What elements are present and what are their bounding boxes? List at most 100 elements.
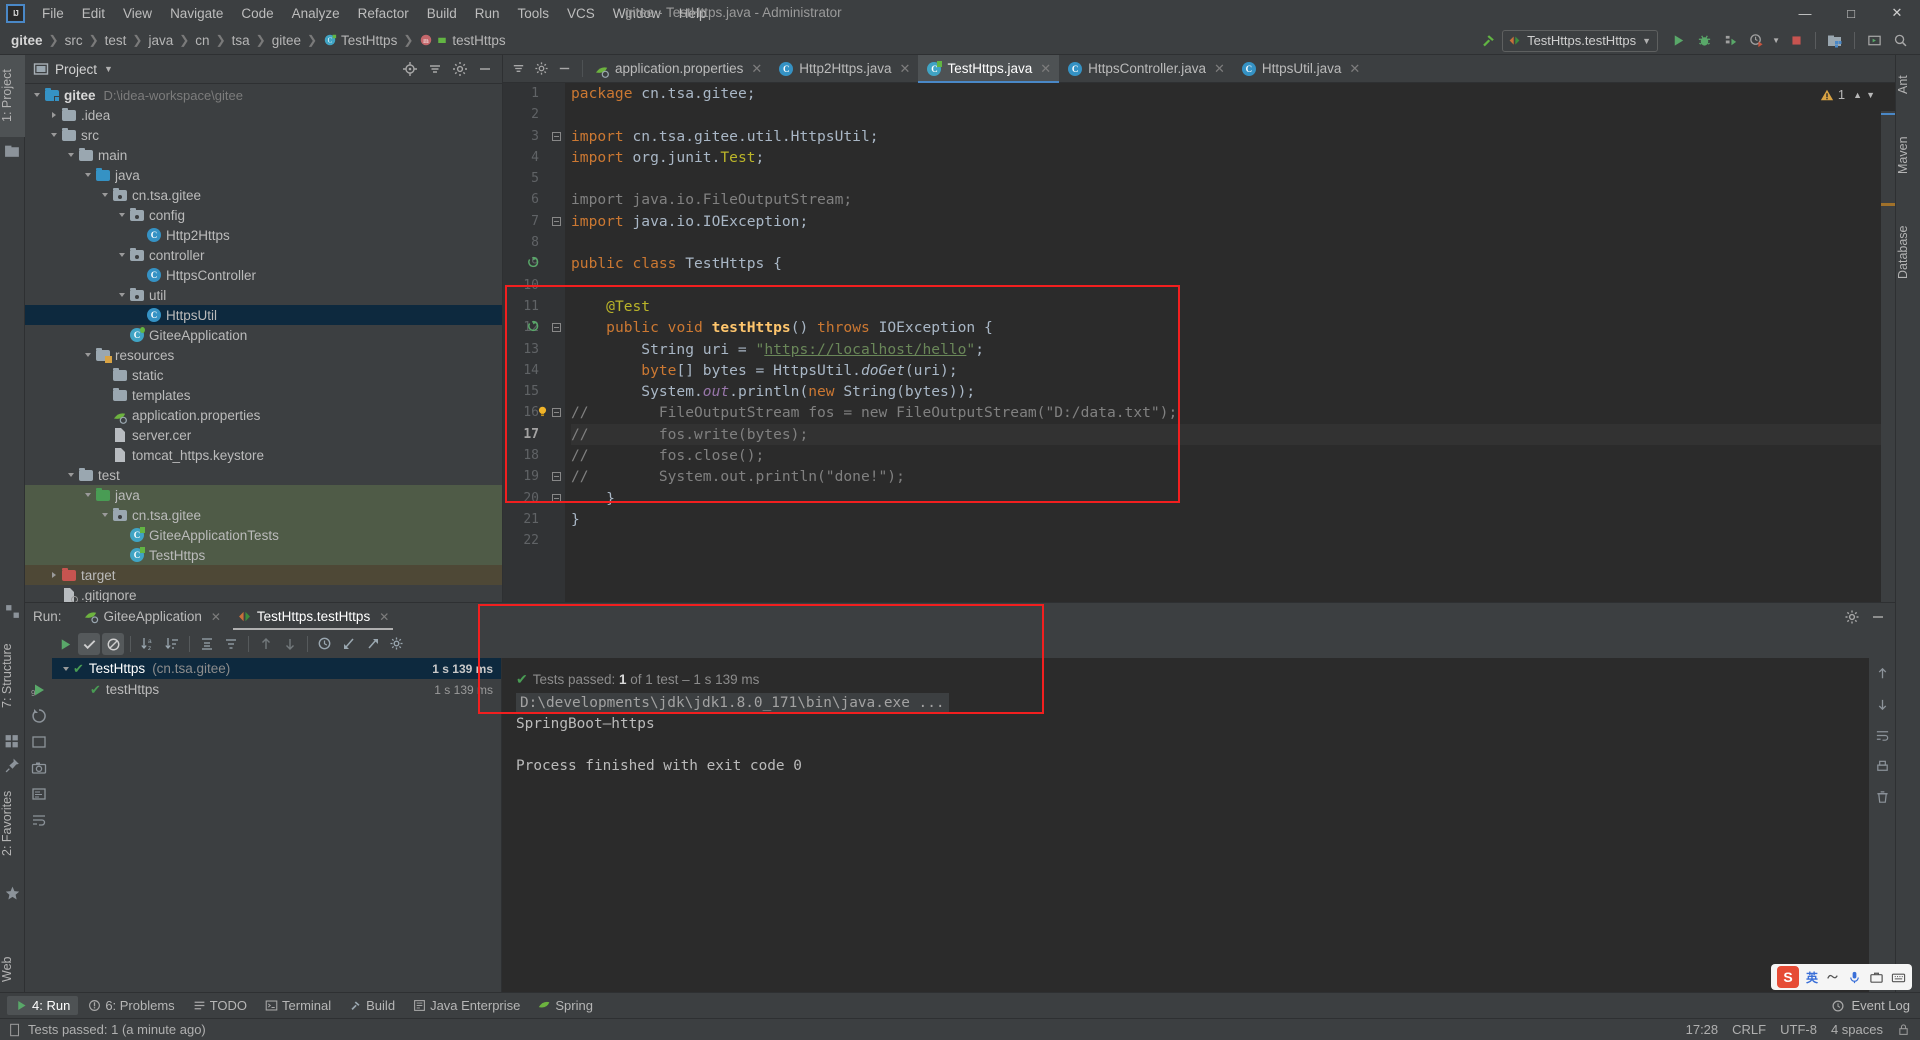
gutter-line-2[interactable]: 2 [503,104,565,125]
tree-node-config[interactable]: config [25,205,502,225]
maximize-button[interactable]: □ [1828,0,1874,26]
gutter-line-3[interactable]: 3 [503,126,565,147]
tree-node-cn-tsa-gitee[interactable]: cn.tsa.gitee [25,505,502,525]
chevron-down-icon[interactable]: ▼ [104,64,113,74]
code-line-1[interactable]: package cn.tsa.gitee; [571,83,1895,104]
editor-gutter[interactable]: 1 2 3 4 5 6 7 8 9 10 11 12 13 14 15 16 17 18 19 20 21 22 [503,83,565,602]
collapse-all-icon[interactable] [507,58,529,80]
tree-expand-arrow-icon[interactable] [116,289,129,302]
code-line-21[interactable]: } [571,509,1895,530]
editor-tab-testhttps-java[interactable]: C TestHttps.java ✕ [918,55,1060,83]
scroll-down-icon[interactable] [1875,697,1890,712]
tree-node-application-properties[interactable]: application.properties [25,405,502,425]
favorites-grid-icon[interactable] [4,733,21,750]
tree-node-util[interactable]: util [25,285,502,305]
code-fold-toggle-icon[interactable] [552,323,561,333]
gutter-line-16[interactable]: 16 [503,402,565,423]
tree-node-httpscontroller[interactable]: C HttpsController [25,265,502,285]
gutter-line-10[interactable]: 10 [503,275,565,296]
code-line-19[interactable]: // System.out.println("done!"); [571,466,1895,487]
gutter-line-9[interactable]: 9 [503,253,565,274]
tree-node-server-cer[interactable]: server.cer [25,425,502,445]
tree-node-cn-tsa-gitee[interactable]: cn.tsa.gitee [25,185,502,205]
hide-panel-icon[interactable] [1867,606,1889,628]
close-tab-icon[interactable]: ✕ [751,61,762,77]
sogou-logo-icon[interactable]: S [1776,966,1799,988]
menu-analyze[interactable]: Analyze [283,3,349,24]
code-line-13[interactable]: String uri = "https://localhost/hello"; [571,339,1895,360]
tree-node-java[interactable]: java [25,165,502,185]
chevron-up-icon[interactable]: ▲ [1853,90,1862,100]
lock-icon[interactable] [1897,1023,1910,1036]
select-opened-file-icon[interactable] [1862,29,1886,52]
close-tab-icon[interactable]: ✕ [1349,61,1360,77]
soft-wrap-icon[interactable] [31,812,47,828]
menu-edit[interactable]: Edit [73,3,114,24]
tree-node-resources[interactable]: resources [25,345,502,365]
breadcrumb-item-testhttps[interactable]: C TestHttps [320,31,400,50]
print-icon[interactable] [1875,759,1890,774]
ime-punctuation-icon[interactable] [1825,970,1840,985]
gutter-line-8[interactable]: 8 [503,232,565,253]
stop-icon[interactable] [1784,29,1808,52]
gutter-line-13[interactable]: 13 [503,339,565,360]
build-hammer-icon[interactable] [1476,29,1500,52]
tree-expand-arrow-icon[interactable] [65,469,78,482]
breadcrumb-item-src[interactable]: src [62,31,86,50]
soft-wrap-icon[interactable] [1875,728,1890,743]
warning-marker[interactable] [1881,203,1895,206]
tree-expand-arrow-icon[interactable] [82,349,95,362]
tree-expand-arrow-icon[interactable] [116,209,129,222]
editor-tab-httpscontroller-java[interactable]: C HttpsController.java ✕ [1059,55,1233,82]
tree-node-target[interactable]: target [25,565,502,585]
code-fold-toggle-icon[interactable] [552,493,561,503]
tree-node-testhttps[interactable]: C TestHttps [25,545,502,565]
tree-node-test[interactable]: test [25,465,502,485]
tree-expand-arrow-icon[interactable] [48,129,61,142]
run-icon[interactable] [1666,29,1690,52]
code-line-11[interactable]: @Test [571,296,1895,317]
test-results-tree[interactable]: ✔ TestHttps (cn.tsa.gitee) 1 s 139 ms ✔ testH… [52,658,502,992]
code-fold-toggle-icon[interactable] [552,131,561,141]
close-tab-icon[interactable]: ✕ [1040,61,1051,77]
code-line-4[interactable]: import org.junit.Test; [571,147,1895,168]
tool-window-button-todo[interactable]: TODO [185,996,255,1015]
settings-gear-icon[interactable] [1841,606,1863,628]
tree-expand-arrow-icon[interactable] [99,189,112,202]
event-log-label[interactable]: Event Log [1851,998,1910,1013]
tree-node-gitee[interactable]: gitee D:\idea-workspace\gitee [25,85,502,105]
breadcrumb-item-gitee[interactable]: gitee [8,31,46,50]
console-icon[interactable] [31,734,47,750]
tree-node-giteeapplication[interactable]: C GiteeApplication [25,325,502,345]
run-tab-giteeapplication[interactable]: GiteeApplication ✕ [76,603,229,630]
project-tree[interactable]: gitee D:\idea-workspace\gitee .idea src main… [25,85,502,602]
hide-panel-icon[interactable] [474,58,496,80]
menu-view[interactable]: View [114,3,161,24]
rerun-icon-left[interactable]: 9 [31,682,47,698]
tool-window-button-4--run[interactable]: 4: Run [7,996,79,1015]
breadcrumb-item-java[interactable]: java [145,31,176,50]
code-line-9[interactable]: public class TestHttps { [571,253,1895,274]
tool-window-button-terminal[interactable]: Terminal [257,996,339,1015]
run-test-gutter-icon[interactable] [527,256,542,271]
expand-all-icon[interactable] [196,633,218,655]
run-test-gutter-icon[interactable] [527,320,542,335]
sidebar-item-favorites[interactable]: 2: Favorites [0,777,25,869]
tool-window-button-6--problems[interactable]: 6: Problems [80,996,182,1015]
gutter-line-19[interactable]: 19 [503,466,565,487]
close-button[interactable]: ✕ [1874,0,1920,26]
export-tests-icon[interactable] [362,633,384,655]
tool-window-button-build[interactable]: Build [341,996,403,1015]
menu-file[interactable]: File [33,3,73,24]
sidebar-item-database[interactable]: Database [1896,203,1920,301]
tree-node--idea[interactable]: .idea [25,105,502,125]
tree-node-controller[interactable]: controller [25,245,502,265]
chevron-down-icon[interactable]: ▼ [1866,90,1875,100]
tree-expand-arrow-icon[interactable] [116,249,129,262]
rerun-icon[interactable] [54,633,76,655]
gutter-line-6[interactable]: 6 [503,189,565,210]
show-ignored-tests-icon[interactable] [102,633,124,655]
code-line-5[interactable] [571,168,1895,189]
tree-node-http2https[interactable]: C Http2Https [25,225,502,245]
gutter-line-21[interactable]: 21 [503,509,565,530]
